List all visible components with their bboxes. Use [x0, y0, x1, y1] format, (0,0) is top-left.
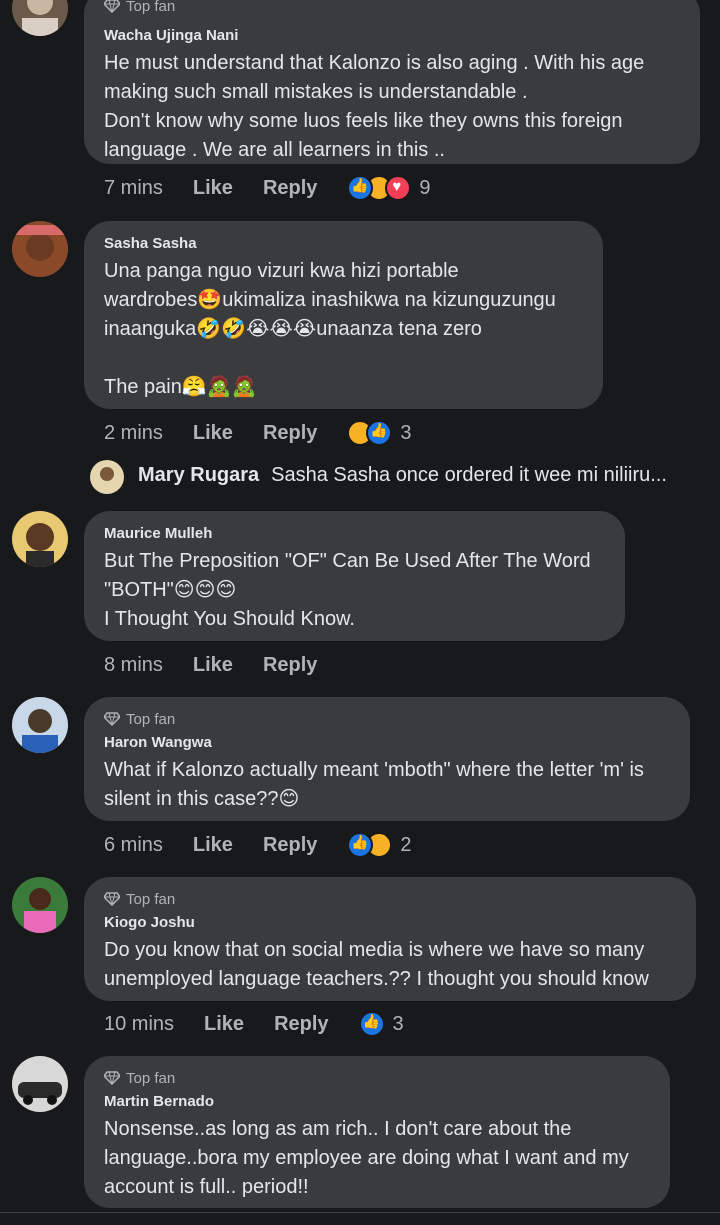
avatar[interactable]	[12, 0, 68, 36]
reaction-count[interactable]: 2	[400, 834, 411, 857]
comment-text: Una panga nguo vizuri kwa hizi portable …	[104, 260, 556, 398]
comment-author[interactable]: Sasha Sasha	[104, 234, 583, 254]
diamond-icon	[104, 712, 120, 726]
reaction-count[interactable]: 9	[419, 177, 430, 200]
like-reaction-icon	[358, 1011, 385, 1037]
comment-time[interactable]: 6 mins	[104, 834, 163, 857]
diamond-icon	[104, 0, 120, 13]
reaction-count[interactable]: 3	[400, 422, 411, 445]
comment-text: Do you know that on social media is wher…	[104, 939, 649, 990]
reply-button[interactable]: Reply	[263, 177, 317, 200]
like-button[interactable]: Like	[193, 422, 233, 445]
comment-actions: 6 mins Like Reply 2	[104, 830, 412, 860]
comment-actions: 8 mins Like Reply	[104, 650, 347, 680]
top-fan-badge: Top fan	[104, 889, 676, 909]
reactions[interactable]	[347, 420, 393, 446]
reactions[interactable]	[358, 1011, 385, 1037]
comment-author[interactable]: Kiogo Joshu	[104, 913, 676, 933]
avatar[interactable]	[12, 511, 68, 567]
avatar-image	[12, 877, 68, 933]
top-fan-label: Top fan	[126, 890, 176, 908]
diamond-icon	[104, 1071, 120, 1085]
like-button[interactable]: Like	[193, 177, 233, 200]
reply-snippet[interactable]: Sasha Sasha once ordered it wee mi nilii…	[271, 464, 667, 487]
reply-button[interactable]: Reply	[263, 834, 317, 857]
avatar[interactable]	[12, 221, 68, 277]
avatar-image	[12, 221, 68, 277]
reactions[interactable]	[347, 175, 412, 201]
comment-text: He must understand that Kalonzo is also …	[104, 52, 645, 161]
comment-time[interactable]: 10 mins	[104, 1013, 174, 1036]
comment-author[interactable]: Haron Wangwa	[104, 733, 670, 753]
comment-time[interactable]: 8 mins	[104, 654, 163, 677]
comment-text: Nonsense..as long as am rich.. I don't c…	[104, 1118, 629, 1198]
comment-bubble: Top fan Kiogo Joshu Do you know that on …	[84, 877, 696, 1001]
diamond-icon	[104, 892, 120, 906]
reply-avatar[interactable]	[90, 460, 124, 494]
bottom-divider	[0, 1212, 720, 1213]
top-fan-badge: Top fan	[104, 1068, 650, 1088]
like-reaction-icon	[366, 420, 393, 446]
comment-bubble: Top fan Wacha Ujinga Nani He must unders…	[84, 0, 700, 164]
comment-bubble: Maurice Mulleh But The Preposition "OF" …	[84, 511, 625, 641]
avatar[interactable]	[12, 1056, 68, 1112]
reply-button[interactable]: Reply	[263, 654, 317, 677]
avatar-image	[90, 460, 124, 494]
avatar[interactable]	[12, 697, 68, 753]
reaction-count[interactable]: 3	[393, 1013, 404, 1036]
reply-button[interactable]: Reply	[263, 422, 317, 445]
reactions[interactable]	[347, 832, 393, 858]
love-reaction-icon	[385, 175, 412, 201]
like-button[interactable]: Like	[193, 654, 233, 677]
comment-author[interactable]: Martin Bernado	[104, 1092, 650, 1112]
comment-time[interactable]: 7 mins	[104, 177, 163, 200]
comment-bubble: Top fan Haron Wangwa What if Kalonzo act…	[84, 697, 690, 821]
like-button[interactable]: Like	[204, 1013, 244, 1036]
comment-author[interactable]: Maurice Mulleh	[104, 524, 605, 544]
reply-preview[interactable]: Mary Rugara Sasha Sasha once ordered it …	[138, 464, 667, 487]
top-fan-badge: Top fan	[104, 0, 680, 16]
top-fan-label: Top fan	[126, 1069, 176, 1087]
avatar-image	[12, 697, 68, 753]
comment-author[interactable]: Wacha Ujinga Nani	[104, 26, 680, 46]
avatar[interactable]	[12, 877, 68, 933]
reply-button[interactable]: Reply	[274, 1013, 328, 1036]
comment-time[interactable]: 2 mins	[104, 422, 163, 445]
avatar-image	[12, 511, 68, 567]
comment-actions: 7 mins Like Reply 9	[104, 173, 431, 203]
like-button[interactable]: Like	[193, 834, 233, 857]
comment-bubble: Sasha Sasha Una panga nguo vizuri kwa hi…	[84, 221, 603, 409]
comment-text: But The Preposition "OF" Can Be Used Aft…	[104, 550, 591, 630]
top-fan-badge: Top fan	[104, 709, 670, 729]
comment-bubble: Top fan Martin Bernado Nonsense..as long…	[84, 1056, 670, 1208]
top-fan-label: Top fan	[126, 710, 176, 728]
comment-actions: 2 mins Like Reply 3	[104, 418, 412, 448]
comment-text: What if Kalonzo actually meant 'mboth" w…	[104, 759, 644, 810]
top-fan-label: Top fan	[126, 0, 176, 15]
avatar-image	[12, 0, 68, 36]
avatar-image	[12, 1056, 68, 1112]
comment-actions: 10 mins Like Reply 3	[104, 1009, 404, 1039]
reply-author[interactable]: Mary Rugara	[138, 464, 259, 487]
